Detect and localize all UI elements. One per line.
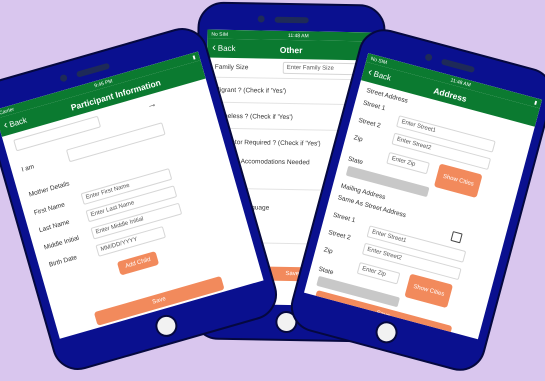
status-time: 11:48 AM xyxy=(287,32,309,39)
camera xyxy=(257,15,265,23)
state-row: State xyxy=(347,156,363,167)
i-am-label: I am xyxy=(20,163,36,174)
back-button[interactable]: ‹ Back xyxy=(2,115,29,132)
camera xyxy=(59,73,68,83)
speaker xyxy=(75,62,111,78)
back-button[interactable]: ‹ Back xyxy=(367,66,393,84)
speaker xyxy=(274,16,309,24)
i-am-row: I am xyxy=(21,163,35,173)
mailing-state-row: State xyxy=(318,266,334,277)
street1-row: Street 1 xyxy=(362,100,399,116)
zip-label: Zip xyxy=(352,134,364,144)
mailing-street1-label: Street 1 xyxy=(332,211,356,225)
battery-icon: ▮ xyxy=(191,54,197,61)
street1-label: Street 1 xyxy=(362,99,387,113)
state-label: State xyxy=(347,155,364,167)
family-size-input[interactable]: Enter Family Size xyxy=(282,61,361,76)
speaker xyxy=(440,58,476,74)
mailing-zip-row: Zip xyxy=(323,246,334,255)
back-label: Back xyxy=(217,43,236,54)
home-button[interactable] xyxy=(152,312,180,340)
family-size-row: Family Size xyxy=(215,64,249,72)
mailing-street1-row: Street 1 xyxy=(332,212,356,225)
arrow-right-icon[interactable]: → xyxy=(146,98,159,111)
zip-input[interactable]: Enter Zip xyxy=(386,151,430,175)
street2-label: Street 2 xyxy=(357,116,382,130)
birth-date-label: Birth Date xyxy=(48,253,78,269)
family-size-label: Family Size xyxy=(214,63,249,72)
mailing-street2-row: Street 2 xyxy=(328,229,352,242)
same-as-street-checkbox[interactable] xyxy=(450,231,463,244)
migrant-label: Migrant ? (Check if 'Yes') xyxy=(214,86,287,95)
battery-icon: ▮ xyxy=(533,99,538,106)
street2-row: Street 2 xyxy=(358,117,382,130)
mailing-show-cities-button[interactable]: Show Cities xyxy=(404,273,454,309)
zip-row: Zip xyxy=(353,134,364,143)
camera xyxy=(424,53,433,62)
migrant-row: Migrant ? (Check if 'Yes') xyxy=(214,87,286,95)
back-button[interactable]: ‹ Back xyxy=(212,41,236,54)
show-cities-button[interactable]: Show Cities xyxy=(433,163,483,199)
mailing-street2-label: Street 2 xyxy=(327,229,352,242)
back-label: Back xyxy=(372,69,393,83)
mother-details-row: Mother Details xyxy=(28,180,70,198)
mailing-zip-input[interactable]: Enter Zip xyxy=(356,262,401,285)
mailing-zip-label: Zip xyxy=(322,246,334,256)
nav-bar: ‹ Back Other xyxy=(206,38,376,61)
mailing-state-label: State xyxy=(317,265,335,277)
home-button[interactable] xyxy=(373,318,401,346)
carrier: No SIM xyxy=(211,31,229,38)
add-child-button[interactable]: Add Child xyxy=(116,251,160,276)
back-label: Back xyxy=(8,115,28,130)
mother-details-label: Mother Details xyxy=(28,180,71,199)
chevron-left-icon: ‹ xyxy=(212,41,216,54)
